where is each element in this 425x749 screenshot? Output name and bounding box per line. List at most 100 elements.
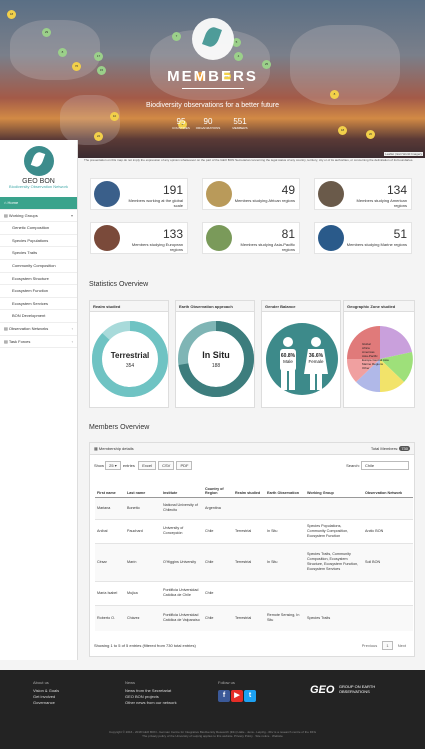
map-cluster[interactable]: 20 — [366, 130, 375, 139]
page-1-button[interactable]: 1 — [382, 641, 393, 650]
stat-organizations: 90 ORGANIZATIONS — [195, 117, 221, 130]
sidebar-item-genetic-composition[interactable]: Genetic Composition — [0, 222, 77, 235]
map-cluster[interactable]: 10 — [110, 112, 119, 121]
sidebar-item-working-groups[interactable]: ▤ Working Groups ▾ — [0, 210, 77, 223]
eo-value: 188 — [212, 363, 221, 369]
map-cluster[interactable]: 22 — [94, 132, 103, 141]
sidebar-item-species-traits[interactable]: Species Traits — [0, 247, 77, 260]
map-cluster[interactable]: 4 — [234, 52, 243, 61]
geo-logo[interactable]: GEO GROUP ON EARTH OBSERVATIONS — [310, 680, 389, 698]
search-control: Search: Chile — [346, 461, 410, 470]
next-page-button[interactable]: Next — [395, 642, 409, 649]
map-cluster[interactable]: 18 — [7, 10, 16, 19]
total-members-badge: 730 — [399, 446, 410, 451]
footer-about-links: Vision & Goals Get involved Governance — [33, 688, 59, 706]
stat-card-americas: 134 Members studying American regions — [314, 178, 412, 210]
stat-card-africa: 49 Members studying African regions — [202, 178, 300, 210]
panel-geographic-zone: Geographic Zone studied Global Africa Am… — [343, 300, 415, 408]
map-disclaimer: The presentation on this map do not impl… — [84, 158, 414, 162]
col-observation-network[interactable]: Observation Network — [363, 473, 413, 498]
footer-link[interactable]: Governance — [33, 700, 59, 706]
asia-pacific-image — [206, 225, 232, 251]
privacy-links[interactable]: The privacy policy of the University of … — [0, 734, 425, 738]
stat-card-asia-pacific: 81 Members studying Asia-Pacific regions — [202, 222, 300, 254]
prev-page-button[interactable]: Previous — [359, 642, 381, 649]
panel-title: Realm studied — [90, 301, 168, 312]
col-earth-observation[interactable]: Earth Observation — [265, 473, 305, 498]
col-last-name[interactable]: Last name — [125, 473, 161, 498]
eo-label: In Situ — [202, 350, 230, 360]
sidebar-nav: ⌂ Home ▤ Working Groups ▾ Genetic Composi… — [0, 197, 77, 349]
panel-earth-observation: Earth Observation approach In Situ 188 — [175, 300, 255, 408]
sidebar-item-ecosystem-services[interactable]: Ecosystem Services — [0, 298, 77, 311]
map-cluster[interactable]: 8 — [330, 90, 339, 99]
male-label: Male — [283, 359, 293, 364]
entries-control: Show 25 ▾ entries Excel CSV PDF — [94, 461, 193, 470]
sidebar-item-observation-networks[interactable]: ▤ Observation Networks ‹ — [0, 323, 77, 336]
search-input[interactable]: Chile — [361, 461, 409, 470]
sidebar-item-community-composition[interactable]: Community Composition — [0, 260, 77, 273]
table-icon: ▦ — [94, 446, 98, 451]
sidebar-item-task-forces[interactable]: ▤ Task Forces ‹ — [0, 336, 77, 349]
title-divider — [182, 88, 244, 89]
sidebar-item-bon-development[interactable]: BON Development — [0, 310, 77, 323]
chevron-left-icon: ‹ — [71, 338, 73, 344]
members-heading: Members Overview — [89, 424, 150, 431]
panel-gender-balance: Gender Balance 60.8% Male 36.6% Female — [261, 300, 341, 408]
sidebar-item-species-populations[interactable]: Species Populations — [0, 235, 77, 248]
hero-map[interactable]: 18 29 8 76 17 15 10 22 7 5 4 25 4 11 4 8… — [0, 0, 425, 158]
africa-image — [206, 181, 232, 207]
geobon-logo — [192, 18, 234, 60]
table-row[interactable]: César Marín O'Higgins University Chile Terre… — [95, 542, 413, 581]
entries-select[interactable]: 25 ▾ — [105, 461, 121, 470]
table-row[interactable]: Mariana Bonetto National University of Chi… — [95, 496, 413, 519]
col-institute[interactable]: Institute — [161, 473, 203, 498]
footer-link[interactable]: Other news from our network — [125, 700, 177, 706]
membership-panel: ▦ Membership details Total Members: 730 … — [89, 442, 415, 657]
chevron-left-icon: ‹ — [71, 325, 73, 331]
table-row[interactable]: Aníbal Pauchard University of Concepción Ch… — [95, 518, 413, 543]
map-credit[interactable]: Leaflet | Esri World Imagery — [384, 152, 423, 156]
export-pdf-button[interactable]: PDF — [176, 461, 193, 470]
table-row[interactable]: Roberto O. Chávez Pontificia Universidad C… — [95, 604, 413, 631]
stat-members: 551 MEMBERS — [232, 117, 248, 130]
stat-countries: 95 COUNTRIES — [172, 117, 190, 130]
panel-realm-studied: Realm studied Terrestrial 354 — [89, 300, 169, 408]
export-csv-button[interactable]: CSV — [158, 461, 175, 470]
col-working-group[interactable]: Working Group — [305, 473, 363, 498]
facebook-icon[interactable]: f — [218, 690, 230, 702]
sidebar: GEO BON Biodiversity Observation Network… — [0, 140, 78, 660]
stat-card-global: 191 Members working at the global scale — [90, 178, 188, 210]
female-label: Female — [308, 359, 324, 364]
geo-pie-chart: Global Africa Americas Asia-Pacific Euro… — [346, 326, 413, 393]
gender-chart: 60.8% Male 36.6% Female — [266, 323, 338, 395]
sidebar-tagline: Biodiversity Observation Network — [9, 184, 68, 189]
panel-title: Earth Observation approach — [176, 301, 254, 312]
map-cluster[interactable]: 18 — [338, 126, 347, 135]
sidebar-item-home[interactable]: ⌂ Home — [0, 197, 77, 210]
table-row[interactable]: María Isabel Mujica Pontificia Universidad… — [95, 580, 413, 605]
export-excel-button[interactable]: Excel — [138, 461, 156, 470]
col-first-name[interactable]: First name — [95, 473, 125, 498]
map-cluster[interactable]: 29 — [42, 28, 51, 37]
copyright: Copyright © 2016 - 2018 GEO BON - German… — [0, 730, 425, 738]
map-cluster[interactable]: 7 — [172, 32, 181, 41]
realm-label: Terrestrial — [111, 351, 150, 360]
twitter-icon[interactable]: t — [244, 690, 256, 702]
panel-title: Geographic Zone studied — [344, 301, 414, 312]
sidebar-item-ecosystem-function[interactable]: Ecosystem Function — [0, 285, 77, 298]
members-table: First name Last name Institute Country o… — [95, 473, 413, 631]
footer: About us Vision & Goals Get involved Gov… — [0, 670, 425, 749]
sidebar-logo-icon[interactable] — [23, 146, 54, 176]
youtube-icon[interactable]: ▶ — [231, 690, 243, 702]
footer-news-title: News — [125, 680, 136, 685]
col-realm[interactable]: Realm studied — [233, 473, 265, 498]
total-members: Total Members: 730 — [370, 446, 410, 451]
membership-panel-title: Membership details — [98, 446, 134, 451]
sidebar-item-ecosystem-structure[interactable]: Ecosystem Structure — [0, 273, 77, 286]
map-cluster[interactable]: 8 — [58, 48, 67, 57]
marine-image — [318, 225, 344, 251]
map-cluster[interactable]: 17 — [94, 52, 103, 61]
table-info: Showing 1 to 5 of 5 entries (filtered fr… — [94, 643, 196, 648]
col-country[interactable]: Country of Region — [203, 473, 233, 498]
